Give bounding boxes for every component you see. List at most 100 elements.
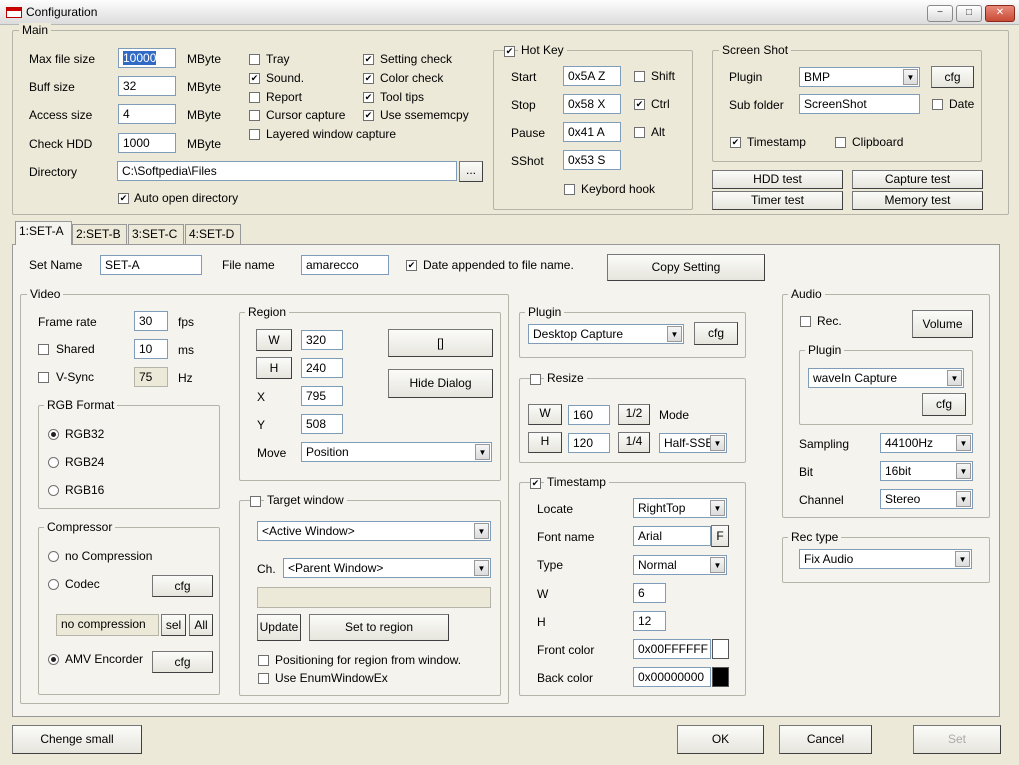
back-color-swatch[interactable]	[712, 667, 729, 687]
vsync-checkbox[interactable]	[38, 372, 49, 383]
plugin-cfg-button[interactable]: cfg	[694, 322, 738, 345]
timer-test-button[interactable]: Timer test	[712, 191, 843, 210]
region-h-button[interactable]: H	[256, 357, 292, 379]
resize-w-button[interactable]: W	[528, 404, 562, 425]
auto-open-checkbox[interactable]	[118, 193, 129, 204]
hotkey-sshot-input[interactable]: 0x53 S	[563, 150, 621, 170]
compressor-sel-button[interactable]: sel	[161, 614, 186, 636]
capture-test-button[interactable]: Capture test	[852, 170, 983, 189]
target-window-checkbox[interactable]	[250, 496, 261, 507]
rgb32-radio[interactable]	[48, 429, 59, 440]
sound-checkbox[interactable]	[249, 73, 260, 84]
set-button[interactable]: Set	[913, 725, 1001, 754]
parent-window-select[interactable]: <Parent Window> ▼	[283, 558, 491, 578]
screenshot-cfg-button[interactable]: cfg	[931, 66, 974, 88]
file-name-input[interactable]: amarecco	[301, 255, 389, 275]
plugin-select[interactable]: Desktop Capture ▼	[528, 324, 684, 344]
close-button[interactable]: ✕	[985, 5, 1015, 22]
quarter-size-button[interactable]: 1/4	[618, 432, 650, 453]
resize-w-input[interactable]: 160	[568, 405, 610, 425]
bit-select[interactable]: 16bit ▼	[880, 461, 973, 481]
region-y-input[interactable]: 508	[301, 414, 343, 434]
shared-input[interactable]: 10	[134, 339, 168, 359]
resize-mode-select[interactable]: Half-SSE ▼	[659, 433, 727, 453]
amv-cfg-button[interactable]: cfg	[152, 651, 213, 673]
timestamp-checkbox[interactable]	[530, 478, 541, 489]
rec-checkbox[interactable]	[800, 316, 811, 327]
screenshot-plugin-select[interactable]: BMP ▼	[799, 67, 920, 87]
resize-h-button[interactable]: H	[528, 432, 562, 453]
locate-select[interactable]: RightTop ▼	[633, 498, 727, 518]
tab-set-d[interactable]: 4:SET-D	[185, 224, 241, 244]
ctrl-checkbox[interactable]	[634, 99, 645, 110]
resize-h-input[interactable]: 120	[568, 433, 610, 453]
rgb16-radio[interactable]	[48, 485, 59, 496]
shared-checkbox[interactable]	[38, 344, 49, 355]
audio-plugin-select[interactable]: waveIn Capture ▼	[808, 368, 964, 388]
channel-select[interactable]: Stereo ▼	[880, 489, 973, 509]
minimize-button[interactable]: −	[927, 5, 953, 22]
font-button[interactable]: F	[711, 525, 729, 547]
copy-setting-button[interactable]: Copy Setting	[607, 254, 765, 281]
enumwindowex-checkbox[interactable]	[258, 673, 269, 684]
timestamp-h-input[interactable]: 12	[633, 611, 666, 631]
check-hdd-input[interactable]: 1000	[118, 133, 176, 153]
audio-cfg-button[interactable]: cfg	[922, 393, 966, 416]
hotkey-stop-input[interactable]: 0x58 X	[563, 94, 621, 114]
region-select-button[interactable]: []	[388, 329, 493, 357]
setting-check-checkbox[interactable]	[363, 54, 374, 65]
ok-button[interactable]: OK	[677, 725, 764, 754]
timestamp-w-input[interactable]: 6	[633, 583, 666, 603]
compressor-all-button[interactable]: All	[189, 614, 213, 636]
front-color-swatch[interactable]	[712, 639, 729, 659]
hotkey-start-input[interactable]: 0x5A Z	[563, 66, 621, 86]
region-h-input[interactable]: 240	[301, 358, 343, 378]
directory-browse-button[interactable]: ...	[459, 161, 483, 182]
volume-button[interactable]: Volume	[912, 310, 973, 338]
keybord-hook-checkbox[interactable]	[564, 184, 575, 195]
positioning-checkbox[interactable]	[258, 655, 269, 666]
max-file-size-input[interactable]: 10000	[118, 48, 176, 68]
no-compression-radio[interactable]	[48, 551, 59, 562]
frame-rate-input[interactable]: 30	[134, 311, 168, 331]
change-small-button[interactable]: Chenge small	[12, 725, 142, 754]
color-check-checkbox[interactable]	[363, 73, 374, 84]
sampling-select[interactable]: 44100Hz ▼	[880, 433, 973, 453]
set-name-input[interactable]: SET-A	[100, 255, 202, 275]
cancel-button[interactable]: Cancel	[779, 725, 872, 754]
date-checkbox[interactable]	[932, 99, 943, 110]
tab-set-b[interactable]: 2:SET-B	[72, 224, 127, 244]
cursor-capture-checkbox[interactable]	[249, 110, 260, 121]
codec-radio[interactable]	[48, 579, 59, 590]
back-color-input[interactable]: 0x00000000	[633, 667, 711, 687]
region-w-button[interactable]: W	[256, 329, 292, 351]
shift-checkbox[interactable]	[634, 71, 645, 82]
layered-capture-checkbox[interactable]	[249, 129, 260, 140]
amv-encoder-radio[interactable]	[48, 654, 59, 665]
tray-checkbox[interactable]	[249, 54, 260, 65]
subfolder-input[interactable]: ScreenShot	[799, 94, 920, 114]
date-appended-checkbox[interactable]	[406, 260, 417, 271]
tab-set-c[interactable]: 3:SET-C	[128, 224, 184, 244]
alt-checkbox[interactable]	[634, 127, 645, 138]
update-button[interactable]: Update	[257, 614, 301, 641]
set-to-region-button[interactable]: Set to region	[309, 614, 449, 641]
type-select[interactable]: Normal ▼	[633, 555, 727, 575]
access-size-input[interactable]: 4	[118, 104, 176, 124]
active-window-select[interactable]: <Active Window> ▼	[257, 521, 491, 541]
memory-test-button[interactable]: Memory test	[852, 191, 983, 210]
hotkey-pause-input[interactable]: 0x41 A	[563, 122, 621, 142]
directory-input[interactable]: C:\Softpedia\Files	[117, 161, 457, 181]
hide-dialog-button[interactable]: Hide Dialog	[388, 369, 493, 398]
font-name-input[interactable]: Arial	[633, 526, 711, 546]
report-checkbox[interactable]	[249, 92, 260, 103]
codec-cfg-button[interactable]: cfg	[152, 575, 213, 597]
region-w-input[interactable]: 320	[301, 330, 343, 350]
maximize-button[interactable]: □	[956, 5, 982, 22]
region-x-input[interactable]: 795	[301, 386, 343, 406]
timestamp-shot-checkbox[interactable]	[730, 137, 741, 148]
rec-type-select[interactable]: Fix Audio ▼	[799, 549, 972, 569]
buff-size-input[interactable]: 32	[118, 76, 176, 96]
move-select[interactable]: Position ▼	[301, 442, 492, 462]
clipboard-checkbox[interactable]	[835, 137, 846, 148]
